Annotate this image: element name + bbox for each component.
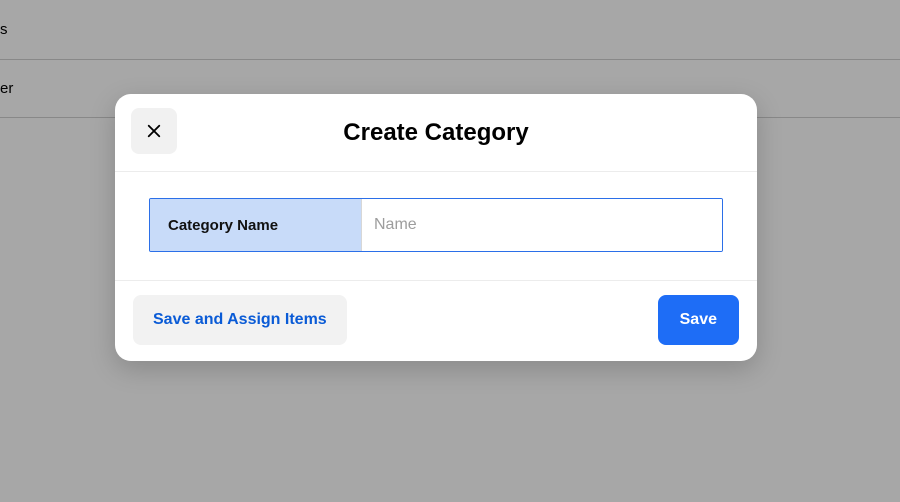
category-name-label: Category Name [150, 199, 362, 251]
close-button[interactable] [131, 108, 177, 154]
modal-body: Category Name [115, 172, 757, 281]
modal-title: Create Category [343, 119, 528, 147]
save-button[interactable]: Save [658, 295, 739, 345]
bg-row-text: s [0, 21, 8, 38]
category-name-input-wrap [362, 199, 722, 251]
close-icon [145, 122, 163, 140]
background-row: s [0, 0, 900, 60]
save-and-assign-button[interactable]: Save and Assign Items [133, 295, 347, 345]
category-name-field: Category Name [149, 198, 723, 252]
category-name-input[interactable] [362, 199, 722, 251]
create-category-modal: Create Category Category Name Save and A… [115, 94, 757, 361]
bg-row-text: er [0, 80, 13, 97]
modal-header: Create Category [115, 94, 757, 172]
modal-footer: Save and Assign Items Save [115, 281, 757, 361]
